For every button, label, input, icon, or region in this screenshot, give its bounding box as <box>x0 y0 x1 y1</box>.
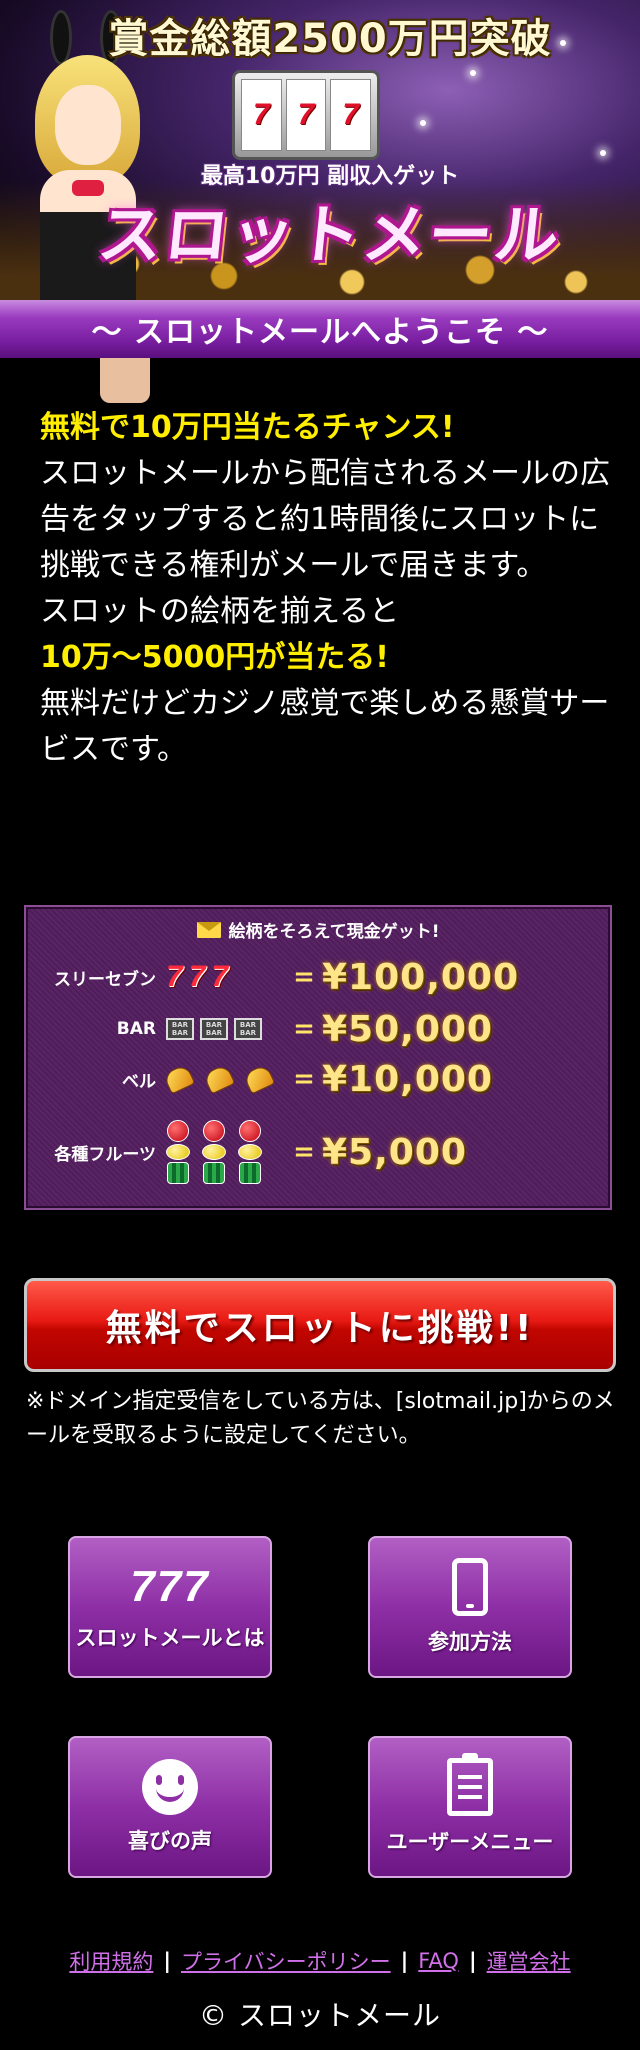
slot-reel: 7 <box>330 79 372 151</box>
prize-row-fruits: 各種フルーツ = ¥5,000 <box>26 1107 610 1197</box>
seven-icon: 7 <box>188 960 206 993</box>
sparkle-decoration <box>600 150 606 156</box>
bell-symbols <box>162 1063 286 1095</box>
tile-how-to-join[interactable]: 参加方法 <box>368 1536 572 1678</box>
bar-icon: BAR BAR <box>234 1018 262 1040</box>
bar-symbols: BAR BAR BAR BAR BAR BAR <box>166 1018 286 1040</box>
terms-link[interactable]: 利用規約 <box>69 1946 153 1976</box>
footer-separator: | <box>163 1949 172 1973</box>
tile-about[interactable]: 777 スロットメールとは <box>68 1536 272 1678</box>
intro-body: スロットメールから配信されるメールの広告をタップすると約1時間後にスロットに挑戦… <box>40 456 610 583</box>
prize-amount: ¥100,000 <box>322 956 520 998</box>
melon-icon <box>203 1162 225 1184</box>
cherry-icon <box>167 1120 189 1142</box>
fruit-reel <box>238 1120 262 1184</box>
intro-body: 無料だけどカジノ感覚で楽しめる懸賞サービスです。 <box>40 686 610 767</box>
welcome-banner: 〜 スロットメールへようこそ 〜 <box>0 300 640 358</box>
site-logo: スロットメール <box>94 199 565 273</box>
cherry-icon <box>239 1120 261 1142</box>
hero-title: 賞金総額2500万円突破 <box>108 16 552 62</box>
prize-label: 各種フルーツ <box>54 1144 156 1165</box>
clipboard-icon <box>447 1753 493 1816</box>
bunny-girl-legs-illustration <box>100 358 150 403</box>
slot-reel: 7 <box>285 79 327 151</box>
slot-machine-illustration: 7 7 7 <box>232 70 380 160</box>
equals-sign: = <box>293 1014 315 1044</box>
prize-table-heading: 絵柄をそろえて現金ゲット! <box>26 917 610 942</box>
777-icon: 777 <box>130 1562 210 1611</box>
seven-icon: 7 <box>166 960 183 993</box>
tile-label: ユーザーメニュー <box>386 1830 554 1854</box>
fruit-symbols <box>166 1120 286 1184</box>
sparkle-decoration <box>420 120 426 126</box>
seven-symbols: 7 7 7 <box>166 960 286 994</box>
tile-label: 参加方法 <box>428 1630 512 1654</box>
bell-icon <box>162 1063 196 1095</box>
intro-body: スロットの絵柄を揃えると <box>40 594 400 629</box>
prize-amount: ¥10,000 <box>322 1058 493 1100</box>
lemon-icon <box>166 1144 190 1160</box>
fruit-reel <box>202 1120 226 1184</box>
smartphone-icon <box>452 1558 488 1616</box>
bell-icon <box>242 1063 276 1095</box>
smile-icon <box>142 1759 198 1815</box>
tile-label: 喜びの声 <box>128 1829 212 1853</box>
prize-amount: ¥50,000 <box>322 1008 493 1050</box>
fruit-reel <box>166 1120 190 1184</box>
bell-icon <box>202 1063 236 1095</box>
equals-sign: = <box>293 1064 315 1094</box>
try-slot-button[interactable]: 無料でスロットに挑戦!! <box>24 1278 616 1372</box>
equals-sign: = <box>293 1137 315 1167</box>
bar-icon: BAR BAR <box>200 1018 228 1040</box>
tile-label: スロットメールとは <box>75 1626 265 1650</box>
prize-label: BAR <box>116 1019 156 1039</box>
prize-row-seven: スリーセブン 7 7 7 = ¥100,000 <box>26 956 610 998</box>
hero-banner: 賞金総額2500万円突破 7 7 7 最高10万円 副収入ゲット スロットメール <box>0 0 640 300</box>
sparkle-decoration <box>470 70 476 76</box>
company-link[interactable]: 運営会社 <box>487 1946 571 1976</box>
bar-icon: BAR BAR <box>166 1018 194 1040</box>
melon-icon <box>167 1162 189 1184</box>
domain-setting-note: ※ドメイン指定受信をしている方は、[slotmail.jp]からのメールを受取る… <box>26 1389 615 1448</box>
prize-table: 絵柄をそろえて現金ゲット! スリーセブン 7 7 7 = ¥100,000 BA… <box>24 905 612 1210</box>
prize-label: スリーセブン <box>54 969 156 990</box>
prize-row-bar: BAR BAR BAR BAR BAR BAR BAR = ¥50,000 <box>26 1008 610 1050</box>
intro-section: 無料で10万円当たるチャンス! スロットメールから配信されるメールの広告をタップ… <box>40 405 610 773</box>
prize-amount: ¥5,000 <box>322 1131 467 1173</box>
prize-label: ベル <box>122 1071 156 1092</box>
equals-sign: = <box>293 962 315 992</box>
prize-heading-text: 絵柄をそろえて現金ゲット! <box>228 922 440 942</box>
melon-icon <box>239 1162 261 1184</box>
seven-icon: 7 <box>211 960 229 993</box>
footer-separator: | <box>468 1949 477 1973</box>
mail-icon <box>196 921 221 938</box>
tile-testimonials[interactable]: 喜びの声 <box>68 1736 272 1878</box>
copyright: © スロットメール <box>199 1999 441 2032</box>
intro-headline: 無料で10万円当たるチャンス! <box>40 410 455 445</box>
tile-user-menu[interactable]: ユーザーメニュー <box>368 1736 572 1878</box>
footer-links: 利用規約 | プライバシーポリシー | FAQ | 運営会社 <box>0 1946 640 1976</box>
footer-separator: | <box>400 1949 409 1973</box>
lemon-icon <box>202 1144 226 1160</box>
faq-link[interactable]: FAQ <box>418 1949 459 1973</box>
slot-reel: 7 <box>241 79 282 151</box>
cherry-icon <box>203 1120 225 1142</box>
privacy-policy-link[interactable]: プライバシーポリシー <box>181 1946 391 1976</box>
prize-row-bell: ベル = ¥10,000 <box>26 1058 610 1100</box>
lemon-icon <box>238 1144 262 1160</box>
intro-highlight: 10万〜5000円が当たる! <box>40 640 389 675</box>
